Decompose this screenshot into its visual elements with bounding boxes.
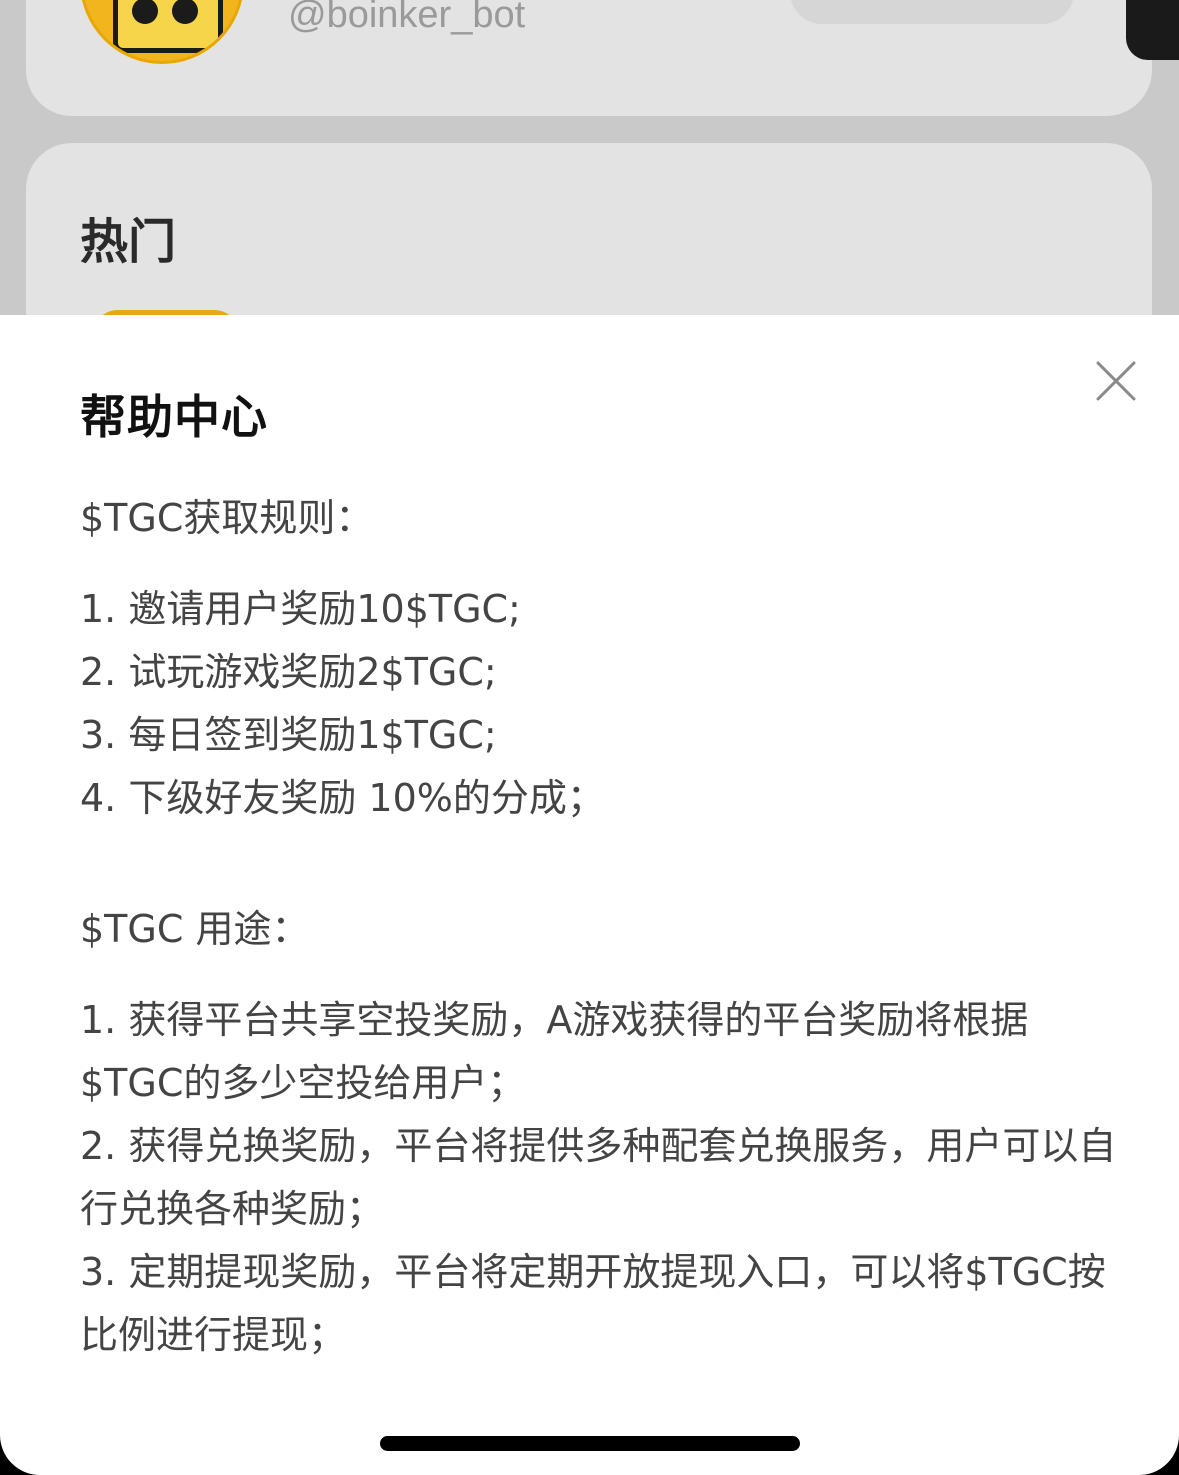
home-indicator[interactable] (380, 1436, 800, 1451)
list-item: 1. 获得平台共享空投奖励，A游戏获得的平台奖励将根据$TGC的多少空投给用户； (80, 998, 1029, 1105)
screen-corner (1099, 1395, 1179, 1475)
screen: @boinker_bot 热门 帮助中心 $TGC获取规则： 1. 邀请用户奖励… (0, 0, 1179, 1475)
acquire-rules-list: 1. 邀请用户奖励10$TGC; 2. 试玩游戏奖励2$TGC; 3. 每日签到… (80, 578, 1120, 830)
edge-decoration (1126, 0, 1179, 60)
uses-heading: $TGC 用途： (80, 907, 310, 951)
list-item: 2. 获得兑换奖励，平台将提供多种配套兑换服务，用户可以自行兑换各种奖励； (80, 1124, 1117, 1231)
list-item: 4. 下级好友奖励 10%的分成； (80, 776, 605, 820)
acquire-rules-heading: $TGC获取规则： (80, 496, 374, 540)
help-center-sheet: 帮助中心 $TGC获取规则： 1. 邀请用户奖励10$TGC; 2. 试玩游戏奖… (0, 315, 1179, 1475)
screen-corner (0, 1395, 80, 1475)
list-item: 2. 试玩游戏奖励2$TGC; (80, 650, 497, 694)
close-icon (1096, 361, 1136, 401)
avatar-face (113, 0, 223, 53)
avatar-eye (132, 0, 158, 24)
bot-handle: @boinker_bot (288, 0, 526, 36)
list-item: 1. 邀请用户奖励10$TGC; (80, 587, 521, 631)
uses-list: 1. 获得平台共享空投奖励，A游戏获得的平台奖励将根据$TGC的多少空投给用户；… (80, 989, 1120, 1367)
close-button[interactable] (1090, 355, 1142, 407)
help-content: $TGC获取规则： 1. 邀请用户奖励10$TGC; 2. 试玩游戏奖励2$TG… (80, 487, 1120, 1367)
sheet-title: 帮助中心 (80, 390, 268, 444)
profile-action-button[interactable] (790, 0, 1074, 24)
list-item: 3. 定期提现奖励，平台将定期开放提现入口，可以将$TGC按比例进行提现； (80, 1250, 1106, 1357)
avatar-eye (172, 0, 198, 24)
list-item: 3. 每日签到奖励1$TGC; (80, 713, 497, 757)
hot-section-title: 热门 (80, 214, 177, 270)
